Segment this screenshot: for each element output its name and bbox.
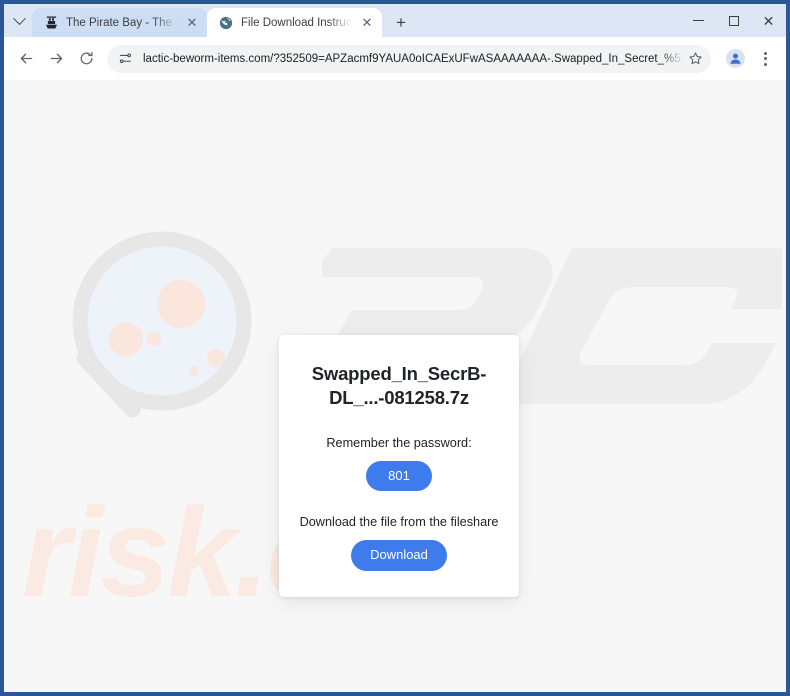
tab-file-download-instructions[interactable]: File Download Instructions for S ✕ [207,8,382,37]
close-icon[interactable]: ✕ [184,15,200,31]
maximize-button[interactable] [716,4,751,37]
profile-button[interactable] [721,45,749,73]
new-tab-button[interactable]: + [387,8,415,36]
browser-menu-button[interactable] [752,45,778,73]
password-value-badge[interactable]: 801 [366,461,432,492]
browser-window: The Pirate Bay - The galaxy's m ✕ File D… [0,0,790,696]
menu-dot-icon [763,62,767,66]
download-button[interactable]: Download [351,540,447,571]
back-button[interactable] [12,45,40,73]
file-name-title: Swapped_In_SecrB-DL_...-081258.7z [311,363,487,409]
tab-title: File Download Instructions for S [241,16,352,29]
download-instruction-label: Download the file from the fileshare [299,515,499,530]
ship-icon [43,15,59,31]
site-settings-icon[interactable] [117,50,134,67]
close-icon: ✕ [762,12,775,29]
url-text: lactic-beworm-items.com/?352509=APZacmf9… [143,52,683,65]
close-icon[interactable]: ✕ [359,15,375,31]
maximize-icon [728,15,739,26]
window-controls: ✕ [681,4,786,37]
avatar [725,49,745,68]
browser-toolbar: lactic-beworm-items.com/?352509=APZacmf9… [4,37,786,80]
address-bar[interactable]: lactic-beworm-items.com/?352509=APZacmf9… [107,44,711,73]
download-card: Swapped_In_SecrB-DL_...-081258.7z Rememb… [279,335,519,597]
menu-dot-icon [763,51,767,55]
page-viewport: risk.com Swapped_In_SecrB-DL_...-081258.… [4,80,786,692]
minimize-icon [693,20,704,21]
tab-strip: The Pirate Bay - The galaxy's m ✕ File D… [4,4,786,37]
reload-button[interactable] [72,45,100,73]
globe-icon [218,15,234,31]
tab-pirate-bay[interactable]: The Pirate Bay - The galaxy's m ✕ [32,8,207,37]
magnifier-watermark [72,231,252,418]
forward-button[interactable] [42,45,70,73]
tab-title: The Pirate Bay - The galaxy's m [66,16,177,29]
chevron-down-icon [12,11,26,25]
minimize-button[interactable] [681,4,716,37]
close-window-button[interactable]: ✕ [751,4,786,37]
password-label: Remember the password: [326,436,472,451]
menu-dot-icon [763,57,767,60]
tab-search-button[interactable] [6,7,32,35]
bookmark-star-icon[interactable] [683,47,707,71]
